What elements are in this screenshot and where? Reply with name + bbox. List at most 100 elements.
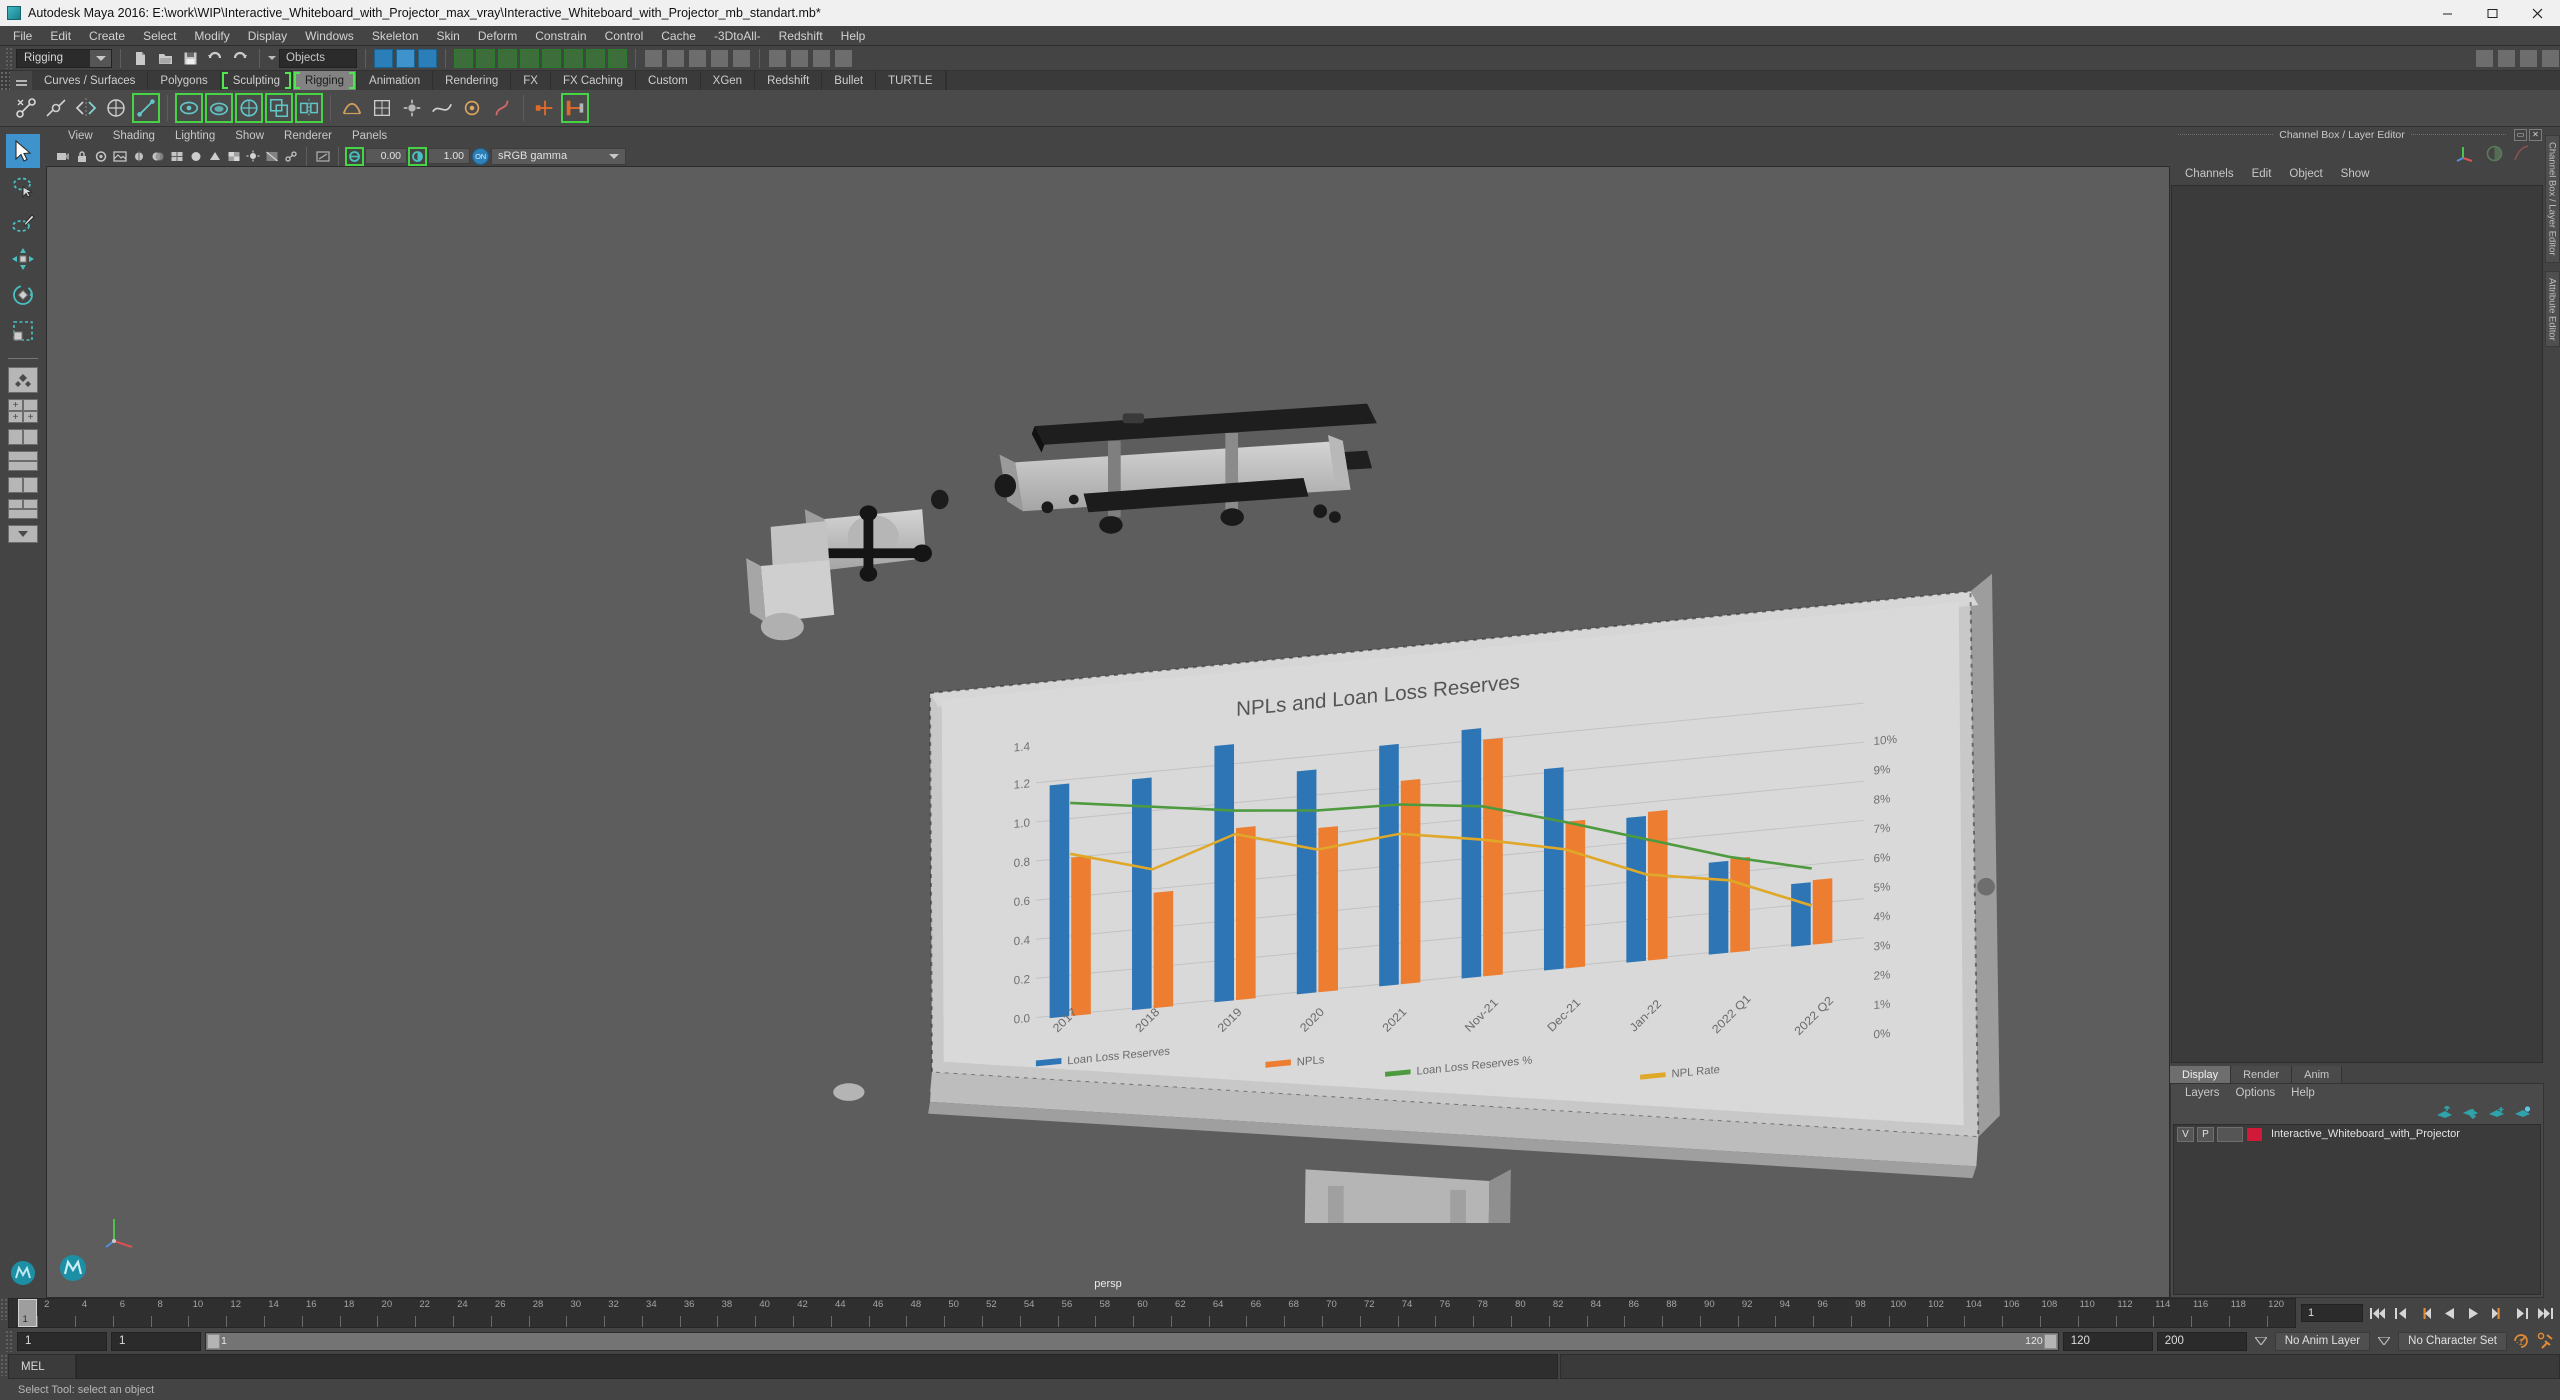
character-set-field[interactable]: No Character Set (2398, 1331, 2507, 1351)
menu-file[interactable]: File (4, 26, 41, 46)
show-tool-settings-icon[interactable] (2519, 48, 2538, 68)
construction-history-icon[interactable] (768, 48, 787, 68)
panel-menu-renderer[interactable]: Renderer (274, 127, 342, 146)
lasso-select-tool-icon[interactable] (6, 170, 40, 204)
step-back-key-icon[interactable] (2391, 1303, 2411, 1323)
anim-layer-field[interactable]: No Anim Layer (2274, 1331, 2371, 1351)
axis-icon[interactable] (2456, 144, 2476, 162)
menu-deform[interactable]: Deform (469, 26, 526, 46)
camera-attributes-icon[interactable] (92, 148, 109, 165)
use-default-lighting-icon[interactable] (244, 148, 261, 165)
color-wheel-icon[interactable] (2486, 145, 2503, 162)
tab-render[interactable]: Render (2231, 1066, 2293, 1083)
select-tool-icon[interactable] (6, 134, 40, 168)
color-management-toggle[interactable]: ON (472, 147, 489, 165)
mask-handle-icon[interactable] (454, 48, 473, 68)
shadows-icon[interactable] (149, 148, 166, 165)
shelf-tab-curves-surfaces[interactable]: Curves / Surfaces (32, 71, 149, 90)
ik-handle-icon[interactable] (132, 93, 160, 123)
curve-icon[interactable] (2513, 144, 2530, 162)
quick-layout-more[interactable] (7, 525, 39, 543)
shelf-tab-sculpting[interactable]: Sculpting (221, 71, 294, 90)
snap-projected-icon[interactable] (710, 48, 729, 68)
shelf-tab-rendering[interactable]: Rendering (433, 71, 512, 90)
redo-icon[interactable] (229, 48, 251, 69)
hardware-texturing-icon[interactable] (225, 148, 242, 165)
menu-constrain[interactable]: Constrain (526, 26, 595, 46)
menu-skin[interactable]: Skin (428, 26, 469, 46)
create-joint-icon[interactable] (12, 93, 40, 123)
layer-row[interactable]: V P Interactive_Whiteboard_with_Projecto… (2174, 1125, 2540, 1143)
step-forward-key-icon[interactable] (2511, 1303, 2531, 1323)
script-language-tab[interactable]: MEL (8, 1354, 76, 1379)
range-start-field[interactable]: 1 (17, 1331, 107, 1351)
playback-start-field[interactable]: 1 (111, 1331, 201, 1351)
mask-deformers-icon[interactable] (542, 48, 561, 68)
snap-view-plane-icon[interactable] (732, 48, 751, 68)
lock-camera-icon[interactable] (73, 148, 90, 165)
range-start-handle[interactable] (207, 1333, 220, 1349)
xray-joints-icon[interactable] (282, 148, 299, 165)
select-component-icon[interactable] (418, 48, 437, 68)
menu-windows[interactable]: Windows (296, 26, 363, 46)
mask-rendering-icon[interactable] (586, 48, 605, 68)
playback-end-field[interactable]: 120 (2062, 1331, 2153, 1351)
exposure-icon[interactable] (345, 146, 364, 166)
layer-visibility-toggle[interactable]: V (2177, 1126, 2194, 1142)
wireframe-shaded-icon[interactable] (168, 148, 185, 165)
shelf-tab-rigging[interactable]: Rigging (293, 71, 358, 90)
mask-dynamics-icon[interactable] (564, 48, 583, 68)
shelf-tab-polygons[interactable]: Polygons (148, 71, 221, 90)
flat-shade-icon[interactable] (206, 148, 223, 165)
render-settings-icon[interactable] (834, 48, 853, 68)
go-to-start-icon[interactable] (2367, 1303, 2387, 1323)
panel-menu-shading[interactable]: Shading (103, 127, 165, 146)
menu-set-dropdown[interactable]: Rigging (16, 48, 112, 68)
rotate-tool-icon[interactable] (6, 278, 40, 312)
exposure-reset-icon[interactable] (314, 148, 331, 165)
blend-shape-icon[interactable] (338, 93, 366, 123)
animation-preferences-icon[interactable] (2535, 1332, 2555, 1351)
save-scene-icon[interactable] (179, 48, 201, 69)
insert-joint-icon[interactable] (42, 93, 70, 123)
mask-surfaces-icon[interactable] (520, 48, 539, 68)
minimize-icon[interactable] (2425, 0, 2470, 26)
sidetab-attribute-editor[interactable]: Attribute Editor (2544, 270, 2560, 348)
range-end-field[interactable]: 200 (2156, 1331, 2247, 1351)
command-input[interactable] (76, 1354, 1558, 1379)
parent-constraint-icon[interactable] (531, 93, 559, 123)
cluster-deformer-icon[interactable] (398, 93, 426, 123)
range-end-handle[interactable] (2043, 1333, 2057, 1349)
snap-point-icon[interactable] (688, 48, 707, 68)
shelf-menu-icon[interactable] (10, 71, 32, 90)
step-back-frame-icon[interactable] (2415, 1303, 2435, 1323)
sidetab-channel-box[interactable]: Channel Box / Layer Editor (2544, 135, 2560, 263)
select-hierarchy-icon[interactable] (374, 48, 393, 68)
quick-layout-single[interactable] (7, 367, 39, 393)
create-layer-from-selected-icon[interactable] (2514, 1105, 2531, 1119)
show-channel-box-icon[interactable] (2541, 48, 2560, 68)
close-icon[interactable] (2515, 0, 2560, 26)
layer-state-toggle[interactable] (2217, 1126, 2243, 1142)
two-sided-lighting-icon[interactable] (130, 148, 147, 165)
channel-box-content[interactable] (2171, 185, 2543, 1063)
wire-deformer-icon[interactable] (428, 93, 456, 123)
quick-layout-outliner-persp[interactable] (7, 429, 39, 445)
soft-modification-icon[interactable] (458, 93, 486, 123)
quick-layout-hypershade[interactable] (7, 477, 39, 493)
ipr-render-icon[interactable] (812, 48, 831, 68)
panel-menu-lighting[interactable]: Lighting (165, 127, 225, 146)
go-to-end-icon[interactable] (2535, 1303, 2555, 1323)
channel-box-menu-channels[interactable]: Channels (2176, 168, 2243, 180)
step-forward-frame-icon[interactable] (2487, 1303, 2507, 1323)
panel-menu-panels[interactable]: Panels (342, 127, 397, 146)
snap-curve-icon[interactable] (666, 48, 685, 68)
panel-menu-show[interactable]: Show (225, 127, 274, 146)
menu-cache[interactable]: Cache (652, 26, 705, 46)
range-bar[interactable]: 1 120 (205, 1331, 2059, 1351)
shelf-tab-xgen[interactable]: XGen (701, 71, 756, 90)
auto-keyframe-toggle-icon[interactable]: -1 (2511, 1332, 2531, 1351)
command-line-grip[interactable] (0, 1354, 8, 1376)
create-empty-layer-icon[interactable] (2488, 1106, 2505, 1119)
layer-playback-toggle[interactable]: P (2197, 1126, 2214, 1142)
